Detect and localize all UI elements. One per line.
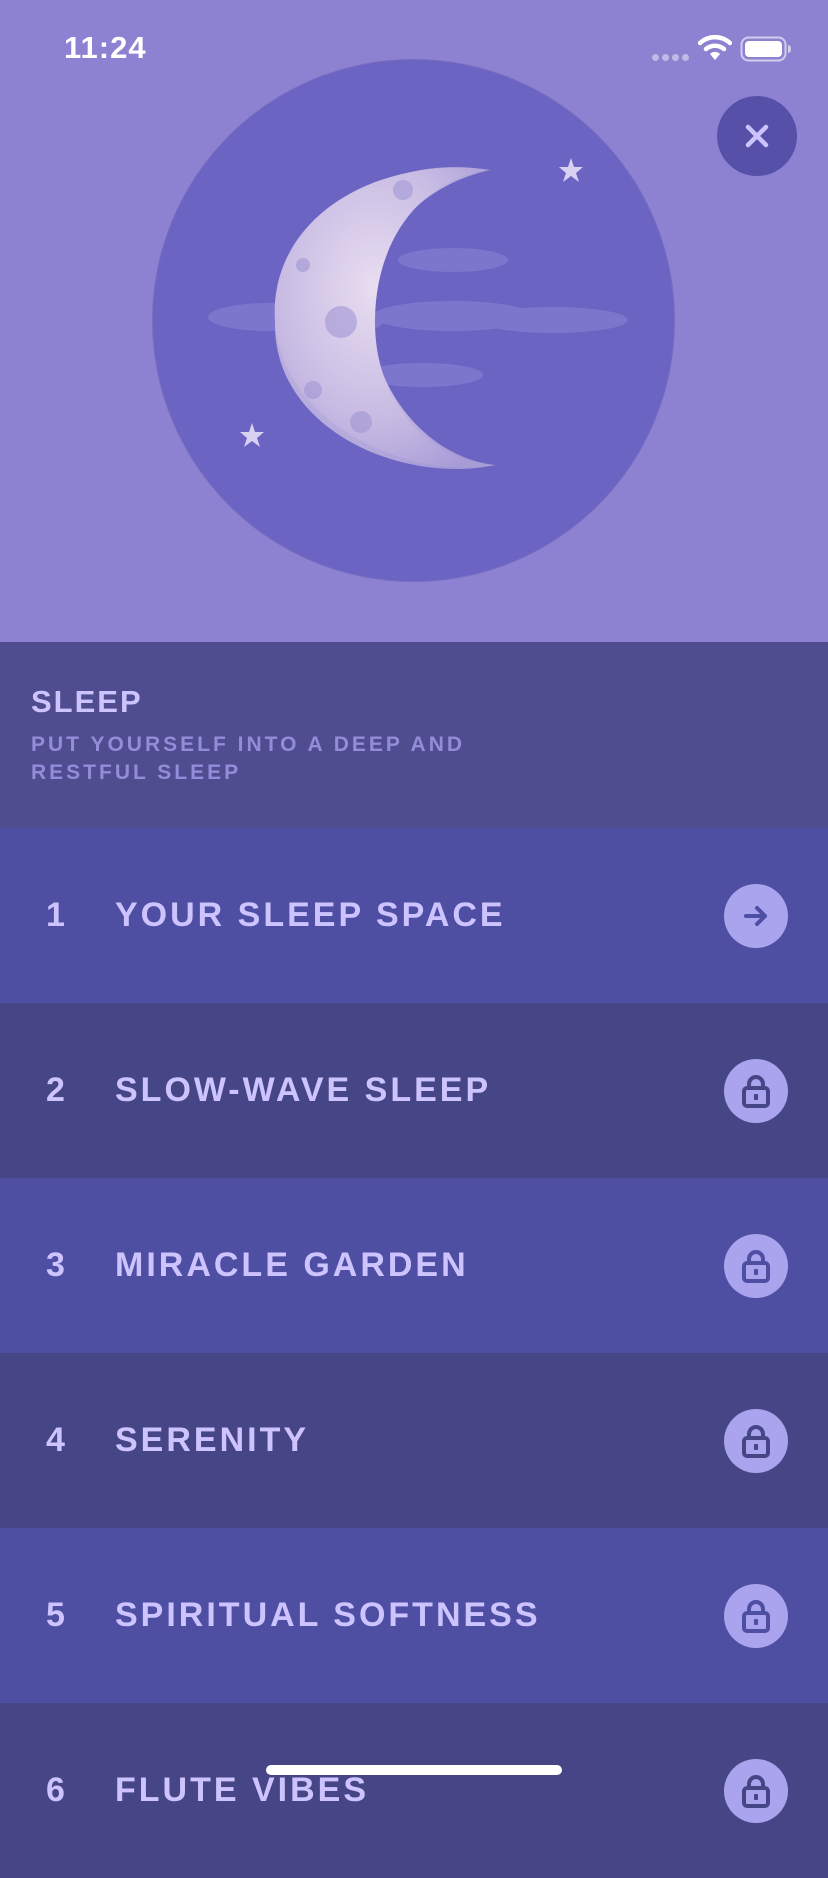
track-title: SPIRITUAL SOFTNESS bbox=[115, 1596, 541, 1634]
crescent-moon-icon bbox=[208, 158, 628, 470]
lock-icon bbox=[742, 1600, 770, 1633]
track-row[interactable]: 3 MIRACLE GARDEN bbox=[0, 1178, 828, 1353]
track-row[interactable]: 5 SPIRITUAL SOFTNESS bbox=[0, 1528, 828, 1703]
track-list: 1 YOUR SLEEP SPACE 2 SLOW-WAVE SLEEP 3 M… bbox=[0, 828, 828, 1878]
track-title: YOUR SLEEP SPACE bbox=[115, 896, 506, 934]
sleep-artwork bbox=[153, 60, 674, 581]
track-number: 6 bbox=[46, 1771, 65, 1809]
category-subtitle: PUT YOURSELF INTO A DEEP AND RESTFUL SLE… bbox=[31, 733, 466, 784]
home-indicator[interactable] bbox=[266, 1765, 562, 1775]
track-number: 5 bbox=[46, 1596, 65, 1634]
track-title: FLUTE VIBES bbox=[115, 1771, 370, 1809]
hero-section: 11:24 bbox=[0, 0, 828, 642]
lock-icon bbox=[742, 1250, 770, 1283]
locked-button[interactable] bbox=[724, 1759, 788, 1823]
locked-button[interactable] bbox=[724, 1234, 788, 1298]
track-row[interactable]: 4 SERENITY bbox=[0, 1353, 828, 1528]
status-time: 11:24 bbox=[64, 30, 147, 65]
close-icon bbox=[745, 124, 769, 148]
track-row[interactable]: 1 YOUR SLEEP SPACE bbox=[0, 828, 828, 1003]
play-button[interactable] bbox=[724, 884, 788, 948]
close-button[interactable] bbox=[717, 96, 797, 176]
track-number: 3 bbox=[46, 1246, 65, 1284]
category-header: SLEEP PUT YOURSELF INTO A DEEP AND RESTF… bbox=[0, 642, 828, 828]
track-number: 2 bbox=[46, 1071, 65, 1109]
lock-icon bbox=[742, 1075, 770, 1108]
locked-button[interactable] bbox=[724, 1059, 788, 1123]
track-title: MIRACLE GARDEN bbox=[115, 1246, 469, 1284]
category-title: SLEEP bbox=[31, 684, 143, 719]
arrow-right-icon bbox=[744, 906, 767, 926]
lock-icon bbox=[742, 1425, 770, 1458]
lock-icon bbox=[742, 1775, 770, 1808]
track-title: SLOW-WAVE SLEEP bbox=[115, 1071, 492, 1109]
locked-button[interactable] bbox=[724, 1584, 788, 1648]
battery-icon bbox=[740, 36, 791, 62]
locked-button[interactable] bbox=[724, 1409, 788, 1473]
track-row[interactable]: 2 SLOW-WAVE SLEEP bbox=[0, 1003, 828, 1178]
track-number: 1 bbox=[46, 896, 65, 934]
track-row[interactable]: 6 FLUTE VIBES bbox=[0, 1703, 828, 1878]
track-number: 4 bbox=[46, 1421, 65, 1459]
track-title: SERENITY bbox=[115, 1421, 310, 1459]
wifi-icon bbox=[698, 34, 732, 60]
